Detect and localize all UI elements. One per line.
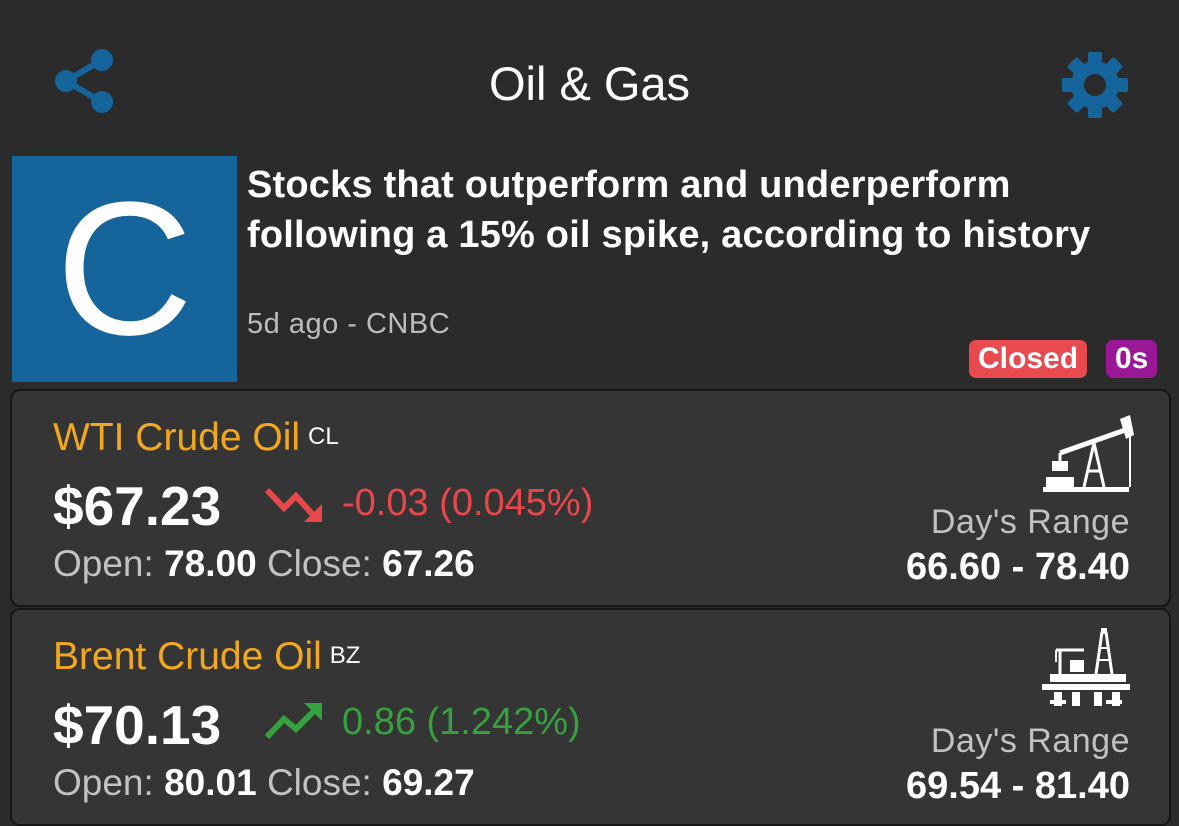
refresh-timer-badge: 0s [1106,340,1158,378]
top-bar: Oil & Gas [0,0,1179,150]
open-value: 80.01 [164,762,257,803]
days-range-value: 69.54 - 81.40 [906,765,1130,807]
oil-pump-jack-icon [1043,415,1134,492]
commodity-name-label: Brent Crude Oil [53,635,322,678]
open-close: Open: 78.00 Close: 67.26 [53,543,475,585]
commodity-price: $67.23 [53,475,222,537]
news-meta: 5d ago - CNBC [247,308,451,340]
commodity-symbol: BZ [329,642,361,669]
price-change: 0.86 (1.242%) [342,701,581,743]
open-label: Open: [53,762,154,803]
commodity-name: WTI Crude Oil CL [53,416,339,460]
price-change: -0.03 (0.045%) [342,482,594,524]
commodity-price: $70.13 [53,694,222,756]
days-range-value: 66.60 - 78.40 [906,546,1130,588]
close-value: 67.26 [382,543,475,584]
commodity-name-label: WTI Crude Oil [53,416,301,459]
commodity-symbol: CL [308,423,339,450]
news-item[interactable]: C Stocks that outperform and underperfor… [12,156,1167,382]
offshore-oil-rig-icon [1042,628,1130,706]
commodity-card-brent[interactable]: Brent Crude Oil BZ $70.13 0.86 (1.242%) O… [10,608,1171,826]
news-thumbnail: C [12,156,237,382]
page-title: Oil & Gas [488,57,691,110]
trend-down-icon [264,487,322,522]
days-range-label: Day's Range [930,503,1130,541]
open-value: 78.00 [164,543,257,584]
days-range-label: Day's Range [930,722,1130,760]
open-label: Open: [53,543,154,584]
close-value: 69.27 [382,762,475,803]
gear-icon[interactable] [1061,51,1129,119]
market-status-badge: Closed [969,340,1088,378]
commodity-card-wti[interactable]: WTI Crude Oil CL $67.23 -0.03 (0.045%) Op… [10,389,1171,607]
news-headline[interactable]: Stocks that outperform and underperform … [247,160,1157,260]
close-label: Close: [266,543,372,584]
close-label: Close: [266,762,372,803]
open-close: Open: 80.01 Close: 69.27 [53,762,475,804]
trend-up-icon [264,703,322,740]
commodity-name: Brent Crude Oil BZ [53,635,360,679]
